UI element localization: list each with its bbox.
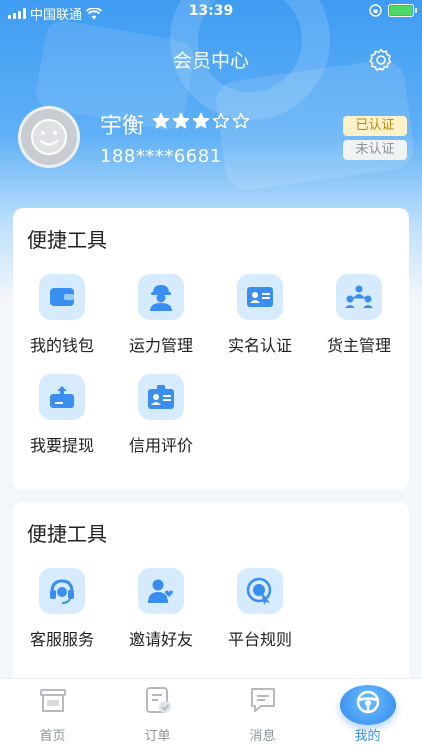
tool-shipper-management[interactable]: 货主管理 (311, 274, 407, 356)
star-empty-icon (232, 112, 250, 129)
star-empty-icon (212, 112, 230, 129)
credit-badge-icon (138, 374, 184, 420)
bottom-tab-bar: 首页 订单 消息 我的 (0, 678, 422, 750)
section-title: 便捷工具 (27, 228, 107, 252)
id-card-icon (237, 274, 283, 320)
tool-platform-rules[interactable]: 平台规则 (212, 568, 308, 650)
tab-orders[interactable]: 订单 (105, 679, 210, 750)
tool-credit-rating[interactable]: 信用评价 (113, 374, 209, 456)
steering-wheel-icon (356, 690, 380, 714)
driver-icon (138, 274, 184, 320)
rules-icon (237, 568, 283, 614)
tool-my-wallet[interactable]: 我的钱包 (14, 274, 110, 356)
order-icon (146, 687, 171, 713)
tool-real-name-verification[interactable]: 实名认证 (212, 274, 308, 356)
headset-icon (39, 568, 85, 614)
avatar[interactable] (18, 106, 80, 168)
battery-icon (388, 4, 417, 17)
clock: 13:39 (188, 3, 234, 19)
phone-number: 188****6681 (100, 146, 222, 167)
orientation-lock-icon (369, 4, 382, 17)
tool-withdraw[interactable]: 我要提现 (14, 374, 110, 456)
tab-messages[interactable]: 消息 (210, 679, 315, 750)
tool-capacity-management[interactable]: 运力管理 (113, 274, 209, 356)
settings-gear-icon[interactable] (369, 48, 393, 72)
tab-mine[interactable]: 我的 (315, 679, 420, 750)
section-title: 便捷工具 (27, 522, 107, 546)
invite-friend-icon (138, 568, 184, 614)
star-filled-icon (172, 112, 190, 129)
wallet-icon (39, 274, 85, 320)
page-title: 会员中心 (172, 50, 249, 72)
tab-home[interactable]: 首页 (0, 679, 105, 750)
star-filled-icon (192, 112, 210, 129)
withdraw-icon (39, 374, 85, 420)
home-icon (40, 689, 66, 712)
quick-tools-card: 便捷工具 我的钱包 运力管理 实名认证 货主管理 我要提现 信用评价 (13, 208, 409, 490)
tool-customer-service[interactable]: 客服服务 (14, 568, 110, 650)
verified-badge: 已认证 (343, 116, 407, 136)
rating-stars (152, 112, 250, 130)
status-bar: 中国联通 13:39 (0, 0, 422, 24)
message-icon (251, 688, 275, 712)
service-tools-card: 便捷工具 客服服务 邀请好友 平台规则 (13, 502, 409, 692)
unverified-badge[interactable]: 未认证 (343, 140, 407, 160)
tool-invite-friends[interactable]: 邀请好友 (113, 568, 209, 650)
user-name: 宇衡 (100, 114, 145, 139)
smiley-avatar-icon (31, 119, 67, 155)
group-icon (336, 274, 382, 320)
star-filled-icon (152, 112, 170, 129)
